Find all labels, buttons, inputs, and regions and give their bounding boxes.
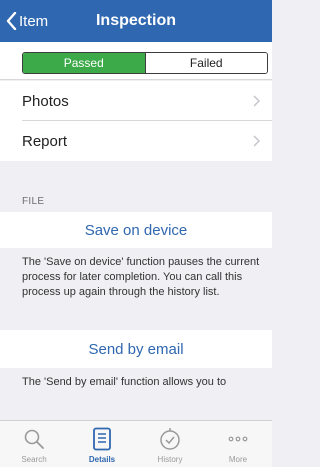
page-title: Inspection [95, 12, 176, 29]
details-icon [89, 426, 115, 452]
photos-row[interactable]: Photos [0, 81, 272, 121]
chevron-right-icon [253, 95, 260, 107]
history-icon [157, 426, 183, 452]
photos-label: Photos [22, 92, 69, 110]
tab-label: More [228, 455, 248, 464]
failed-segment[interactable]: Failed [144, 53, 267, 73]
status-segmented-control: Passed Failed [22, 52, 268, 74]
report-label: Report [22, 132, 68, 150]
tab-label: History [157, 455, 183, 464]
send-by-email-button[interactable]: Send by email [0, 330, 272, 368]
more-icon [225, 426, 251, 452]
chevron-right-icon [253, 135, 260, 147]
file-section-header: FILE [22, 196, 45, 207]
report-row[interactable]: Report [0, 121, 272, 161]
tab-more[interactable]: More [204, 421, 272, 467]
email-description: The 'Send by email' function allows you … [22, 376, 227, 388]
tab-search[interactable]: Search [0, 421, 68, 467]
tab-history[interactable]: History [136, 421, 204, 467]
search-icon [21, 426, 47, 452]
tab-bar: Search Details History More [0, 420, 272, 467]
status-segment-bar: Passed Failed [0, 42, 272, 80]
save-on-device-button[interactable]: Save on device [0, 212, 272, 248]
tab-details[interactable]: Details [68, 421, 136, 467]
save-description: The 'Save on device' function pauses the… [22, 256, 260, 298]
nav-bar: Item Inspection [0, 0, 272, 42]
tab-label: Details [88, 455, 116, 464]
passed-segment[interactable]: Passed [23, 53, 145, 73]
tab-label: Search [21, 455, 47, 464]
